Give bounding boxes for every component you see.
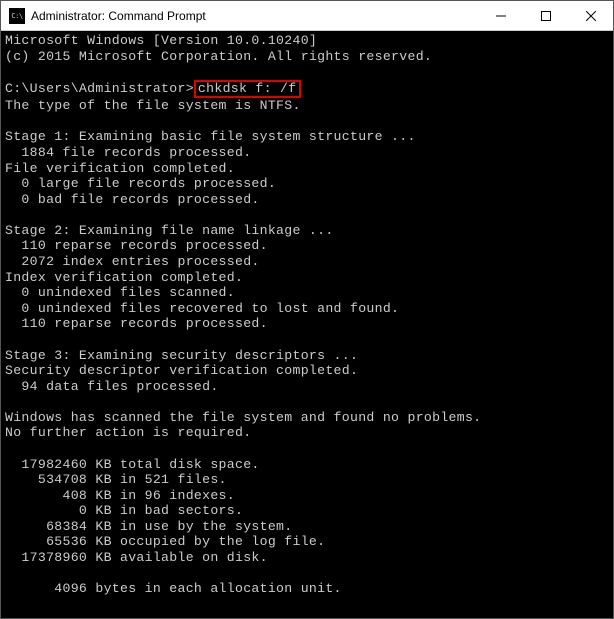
scan-result: Windows has scanned the file system and … <box>5 410 481 425</box>
disk-total: 17982460 KB total disk space. <box>5 457 260 472</box>
minimize-icon <box>496 11 506 21</box>
maximize-button[interactable] <box>523 1 568 30</box>
stage2-reparse: 110 reparse records processed. <box>5 238 268 253</box>
fs-type-line: The type of the file system is NTFS. <box>5 98 301 113</box>
disk-bad: 0 KB in bad sectors. <box>5 503 243 518</box>
stage1-bad: 0 bad file records processed. <box>5 192 260 207</box>
stage2-unidx-scan: 0 unindexed files scanned. <box>5 285 235 300</box>
stage3-done: Security descriptor verification complet… <box>5 363 358 378</box>
disk-log: 65536 KB occupied by the log file. <box>5 534 325 549</box>
cmd-icon: C:\ <box>9 8 25 24</box>
close-icon <box>586 11 596 21</box>
stage1-title: Stage 1: Examining basic file system str… <box>5 129 416 144</box>
copyright-line: (c) 2015 Microsoft Corporation. All righ… <box>5 49 432 64</box>
stage2-reparse2: 110 reparse records processed. <box>5 316 268 331</box>
disk-avail: 17378960 KB available on disk. <box>5 550 268 565</box>
alloc-unit: 4096 bytes in each allocation unit. <box>5 581 342 596</box>
disk-indexes: 408 KB in 96 indexes. <box>5 488 235 503</box>
stage2-done: Index verification completed. <box>5 270 243 285</box>
window-title: Administrator: Command Prompt <box>31 9 478 23</box>
minimize-button[interactable] <box>478 1 523 30</box>
terminal-output[interactable]: Microsoft Windows [Version 10.0.10240] (… <box>1 31 613 618</box>
no-action: No further action is required. <box>5 425 251 440</box>
window-controls <box>478 1 613 30</box>
stage3-title: Stage 3: Examining security descriptors … <box>5 348 358 363</box>
close-button[interactable] <box>568 1 613 30</box>
stage1-large: 0 large file records processed. <box>5 176 276 191</box>
stage2-unidx-rec: 0 unindexed files recovered to lost and … <box>5 301 399 316</box>
maximize-icon <box>541 11 551 21</box>
disk-files: 534708 KB in 521 files. <box>5 472 227 487</box>
stage3-data: 94 data files processed. <box>5 379 219 394</box>
titlebar: C:\ Administrator: Command Prompt <box>1 1 613 31</box>
header-line: Microsoft Windows [Version 10.0.10240] <box>5 33 317 48</box>
command-highlight: chkdsk f: /f <box>194 80 301 99</box>
stage1-done: File verification completed. <box>5 161 235 176</box>
prompt-prefix: C:\Users\Administrator> <box>5 81 194 96</box>
disk-system: 68384 KB in use by the system. <box>5 519 292 534</box>
stage2-index: 2072 index entries processed. <box>5 254 260 269</box>
command-prompt-window: C:\ Administrator: Command Prompt Micros… <box>0 0 614 619</box>
stage2-title: Stage 2: Examining file name linkage ... <box>5 223 334 238</box>
stage1-records: 1884 file records processed. <box>5 145 251 160</box>
